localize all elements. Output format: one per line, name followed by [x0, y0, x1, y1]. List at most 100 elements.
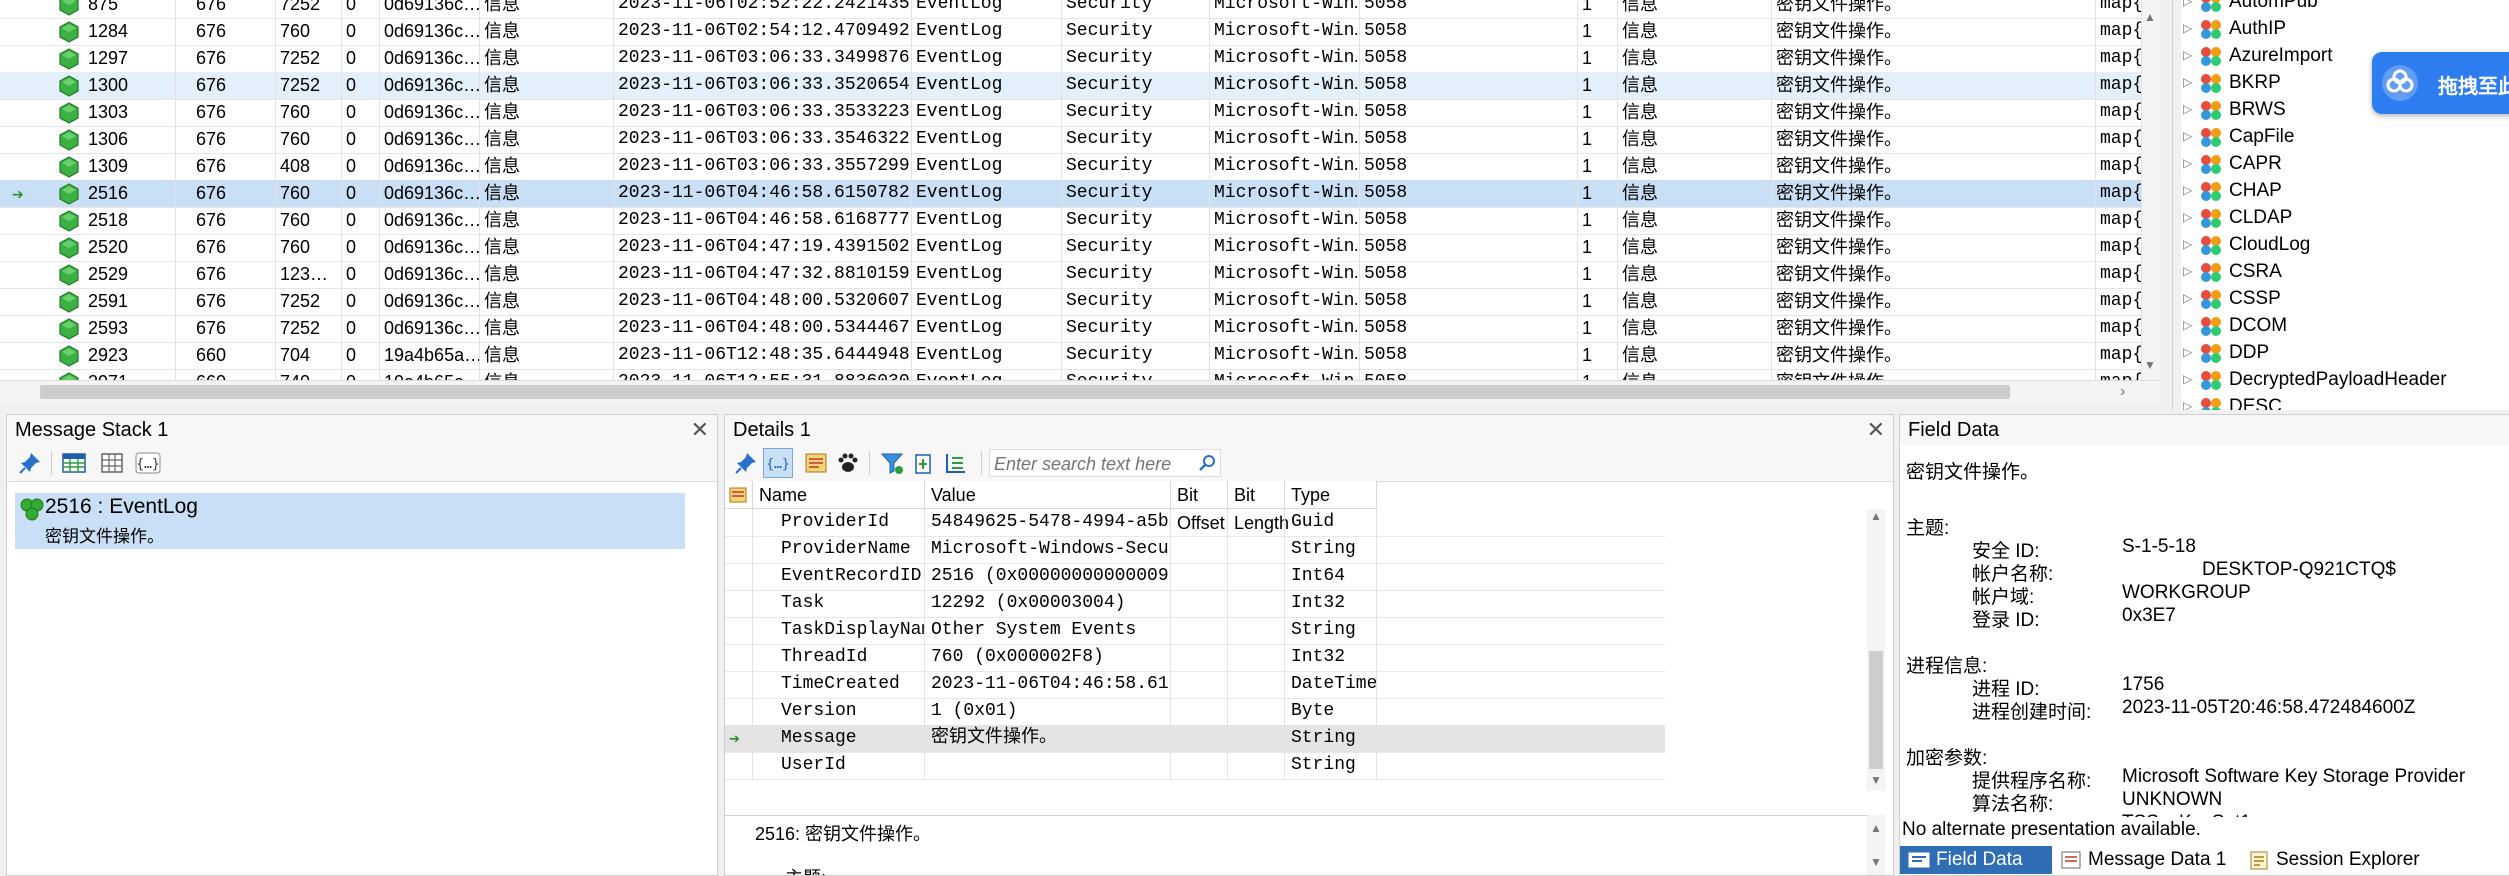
expand-arrow-icon[interactable]: ▷ [2183, 231, 2199, 258]
tree-item[interactable]: ▷ CLDAP [2183, 204, 2292, 231]
drag-drop-badge[interactable]: 拖拽至此 [2372, 52, 2509, 114]
column-header-value[interactable]: Value [925, 481, 1171, 509]
tree-item[interactable]: ▷ AuthIP [2183, 15, 2286, 42]
expand-arrow-icon[interactable]: ▷ [2183, 312, 2199, 339]
scroll-thumb[interactable] [1869, 651, 1883, 769]
table-row[interactable]: 1284 676 760 0 0d69136c… 信息 2023-11-06T02:54:1… [0, 18, 2142, 46]
detail-row[interactable]: ➔ Message 密钥文件操作。 String [725, 725, 1665, 753]
tree-item[interactable]: ▷ DDP [2183, 339, 2269, 366]
scroll-right-icon[interactable]: › [2120, 381, 2125, 403]
grid-vertical-scrollbar[interactable]: ▲ ▼ [2142, 0, 2160, 380]
search-input[interactable] [992, 451, 1196, 477]
expand-arrow-icon[interactable]: ▷ [2183, 96, 2199, 123]
tree-item[interactable]: ▷ AzureImport [2183, 42, 2332, 69]
column-header-type[interactable]: Type [1285, 481, 1377, 509]
detail-row[interactable]: ProviderNameMicrosoft-Windows-Security-A… [725, 536, 1665, 564]
column-chooser-icon[interactable] [943, 450, 969, 476]
column-header-bit-offset[interactable]: Bit Offset [1171, 481, 1228, 533]
detail-row[interactable]: ThreadId 760 (0x000002F8) Int32 [725, 644, 1665, 672]
horizontal-scroll-thumb[interactable] [40, 385, 2010, 399]
table-row[interactable]: 2971660740019a4b65a…信息2023-11-06T12:55:3… [0, 369, 2142, 380]
pin-icon[interactable] [17, 450, 43, 476]
search-box[interactable] [989, 449, 1221, 477]
table-row[interactable]: 875 676 7252 0 0d69136c… 信息 2023-11-06T02:52:2… [0, 0, 2142, 19]
expand-arrow-icon[interactable]: ▷ [2183, 42, 2199, 69]
expand-arrow-icon[interactable]: ▷ [2183, 123, 2199, 150]
grid-horizontal-scrollbar[interactable]: ‹ › [0, 380, 2160, 403]
search-icon[interactable] [1198, 454, 1216, 472]
scroll-down-icon[interactable]: ▼ [1870, 773, 1882, 787]
close-icon[interactable]: ✕ [691, 415, 709, 445]
tree-item[interactable]: ▷ CAPR [2183, 150, 2282, 177]
preview-scrollbar[interactable]: ▲ ▼ [1867, 815, 1885, 875]
detail-row[interactable]: UserId String [725, 752, 1665, 780]
scroll-up-icon[interactable]: ▲ [1870, 509, 1882, 523]
scroll-down-icon[interactable]: ▼ [2144, 358, 2156, 372]
scroll-up-icon[interactable]: ▲ [1870, 821, 1882, 835]
expand-arrow-icon[interactable]: ▷ [2183, 258, 2199, 285]
scroll-up-icon[interactable]: ▲ [2144, 10, 2156, 24]
stack-item-selected[interactable]: 2516 : EventLog 密钥文件操作。 [15, 493, 685, 549]
expand-arrow-icon[interactable]: ▷ [2183, 69, 2199, 96]
paw-icon[interactable] [835, 450, 861, 476]
table-row[interactable]: 1303 676 760 0 0d69136c… 信息 2023-11-06T03:06:3… [0, 99, 2142, 127]
braces-icon[interactable]: {…} [135, 450, 161, 476]
tree-item[interactable]: ▷ CHAP [2183, 177, 2282, 204]
expand-arrow-icon[interactable]: ▷ [2183, 393, 2199, 410]
grid-view-icon[interactable] [99, 450, 125, 476]
detail-row[interactable]: EventRecordID2516 (0x00000000000009D4) In… [725, 563, 1665, 591]
tree-item[interactable]: ▷ DCOM [2183, 312, 2287, 339]
tree-item[interactable]: ▷ CapFile [2183, 123, 2294, 150]
expand-arrow-icon[interactable]: ▷ [2183, 339, 2199, 366]
tree-item[interactable]: ▷ DecryptedPayloadHeader [2183, 366, 2447, 393]
expand-arrow-icon[interactable]: ▷ [2183, 285, 2199, 312]
table-row[interactable]: 2923 660 704 0 19a4b65a… 信息 2023-11-06T12:48:3… [0, 342, 2142, 370]
table-row[interactable]: 2593 676 7252 0 0d69136c… 信息 2023-11-06T04:48:… [0, 315, 2142, 343]
table-row[interactable]: 1309 676 408 0 0d69136c… 信息 2023-11-06T03:06:3… [0, 153, 2142, 181]
scroll-down-icon[interactable]: ▼ [1870, 855, 1882, 869]
pin-icon[interactable] [733, 450, 759, 476]
tab-session-explorer[interactable]: Session Explorer [2240, 846, 2440, 874]
expand-arrow-icon[interactable]: ▷ [2183, 177, 2199, 204]
detail-row[interactable]: Task 12292 (0x00003004) Int32 [725, 590, 1665, 618]
table-row[interactable]: 1300 676 7252 0 0d69136c… 信息 2023-11-06T03:06:… [0, 72, 2142, 100]
tree-item[interactable]: ▷ BKRP [2183, 69, 2281, 96]
table-view-icon[interactable] [61, 450, 87, 476]
tab-field-data[interactable]: Field Data [1900, 846, 2052, 874]
expand-arrow-icon[interactable]: ▷ [2183, 204, 2199, 231]
tree-splitter[interactable] [2173, 0, 2181, 410]
tree-item[interactable]: ▷ BRWS [2183, 96, 2286, 123]
field-type: Int32 [1285, 590, 1377, 617]
expand-arrow-icon[interactable]: ▷ [2183, 366, 2199, 393]
tree-item[interactable]: ▷ CSRA [2183, 258, 2282, 285]
tree-item[interactable]: ▷ CSSP [2183, 285, 2281, 312]
table-row[interactable]: 2520 676 760 0 0d69136c… 信息 2023-11-06T04:47:1… [0, 234, 2142, 262]
table-row[interactable]: 1297 676 7252 0 0d69136c… 信息 2023-11-06T03:06:… [0, 45, 2142, 73]
braces-toggle[interactable]: {…} [763, 448, 793, 478]
details-vertical-scrollbar[interactable]: ▲ ▼ [1867, 509, 1885, 791]
table-row[interactable]: 1306 676 760 0 0d69136c… 信息 2023-11-06T03:06:3… [0, 126, 2142, 154]
column-header-name[interactable]: Name [753, 481, 925, 509]
table-row[interactable]: 2529 676 123… 0 0d69136c… 信息 2023-11-06T04:47:… [0, 261, 2142, 289]
filter-icon[interactable] [879, 450, 905, 476]
detail-row[interactable]: TaskDisplayNameOther System Events String [725, 617, 1665, 645]
table-row[interactable]: 2518 676 760 0 0d69136c… 信息 2023-11-06T04:46:5… [0, 207, 2142, 235]
table-row[interactable]: 2591 676 7252 0 0d69136c… 信息 2023-11-06T04:48:… [0, 288, 2142, 316]
tree-item[interactable]: ▷ CloudLog [2183, 231, 2310, 258]
expand-arrow-icon[interactable]: ▷ [2183, 0, 2199, 15]
detail-row[interactable]: Version 1 (0x01) Byte [725, 698, 1665, 726]
expand-arrow-icon[interactable]: ▷ [2183, 150, 2199, 177]
tree-item[interactable]: ▷ AutomPub [2183, 0, 2318, 15]
add-column-icon[interactable] [911, 450, 937, 476]
message-grid[interactable]: 875 676 7252 0 0d69136c… 信息 2023-11-06T02:52:2… [0, 0, 2160, 380]
tree-item[interactable]: ▷ DESC [2183, 393, 2282, 410]
properties-icon[interactable] [803, 450, 829, 476]
tab-message-data[interactable]: Message Data 1 [2052, 846, 2240, 874]
cell-log: EventLog [912, 18, 1062, 45]
close-icon[interactable]: ✕ [1867, 415, 1885, 445]
detail-row[interactable]: ProviderId54849625-5478-4994-a5ba-3e3b03… [725, 509, 1665, 537]
detail-row[interactable]: TimeCreated2023-11-06T04:46:58.6150782 Da… [725, 671, 1665, 699]
table-row[interactable]: ➔ 2516 676 760 0 0d69136c… 信息 2023-11-06T04:46:… [0, 180, 2142, 208]
column-header-bit-length[interactable]: Bit Length [1228, 481, 1289, 533]
expand-arrow-icon[interactable]: ▷ [2183, 15, 2199, 42]
